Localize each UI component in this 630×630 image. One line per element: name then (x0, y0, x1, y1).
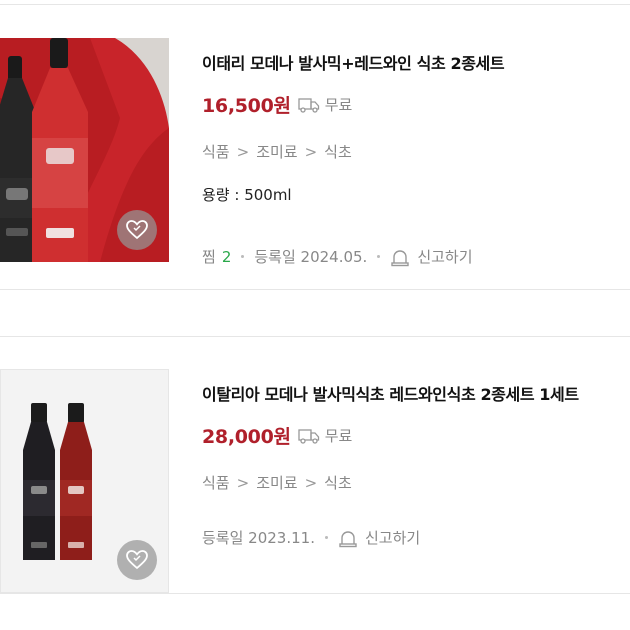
shipping-info: 무료 (298, 425, 353, 446)
registered-date: 등록일 2024.05. (254, 248, 368, 266)
report-label: 신고하기 (364, 529, 421, 547)
category-level-2[interactable]: 조미료 (256, 141, 297, 162)
category-breadcrumb: 식품 > 조미료 > 식초 (202, 472, 352, 493)
divider (0, 4, 630, 5)
divider (0, 593, 630, 594)
product-thumbnail[interactable] (0, 369, 169, 593)
siren-icon (391, 249, 410, 266)
zzim-button[interactable] (117, 540, 157, 580)
shipping-info: 무료 (298, 94, 353, 115)
heart-icon (126, 220, 148, 240)
zzim-button[interactable] (117, 210, 157, 250)
zzim-count: 2 (221, 247, 232, 266)
chevron-right-icon: > (236, 473, 250, 492)
heart-icon (126, 550, 148, 570)
separator-dot (241, 255, 245, 258)
shipping-label: 무료 (324, 96, 353, 114)
report-button[interactable]: 신고하기 (390, 246, 473, 267)
category-level-3[interactable]: 식초 (324, 472, 352, 493)
product-meta: 찜 2 등록일 2024.05. 신고하기 (202, 246, 473, 267)
truck-icon (298, 97, 319, 113)
divider (0, 336, 630, 337)
category-level-3[interactable]: 식초 (324, 141, 352, 162)
siren-icon (339, 530, 357, 547)
product-price: 28,000원 (202, 426, 291, 448)
divider (0, 289, 630, 290)
shipping-label: 무료 (324, 427, 353, 445)
truck-icon (298, 428, 319, 444)
zzim-label: 찜 (202, 248, 216, 266)
separator-dot (377, 255, 381, 258)
category-level-1[interactable]: 식품 (202, 472, 230, 493)
product-title[interactable]: 이태리 모데나 발사믹+레드와인 식초 2종세트 (202, 50, 505, 74)
category-level-2[interactable]: 조미료 (256, 472, 297, 493)
product-spec: 용량 : 500ml (202, 186, 292, 204)
report-button[interactable]: 신고하기 (338, 527, 420, 548)
price-row: 28,000원 무료 (202, 422, 352, 449)
product-meta: 등록일 2023.11. 신고하기 (202, 527, 420, 548)
report-label: 신고하기 (417, 248, 473, 266)
chevron-right-icon: > (236, 142, 250, 161)
category-breadcrumb: 식품 > 조미료 > 식초 (202, 141, 352, 162)
category-level-1[interactable]: 식품 (202, 141, 230, 162)
chevron-right-icon: > (304, 473, 318, 492)
product-thumbnail[interactable] (0, 38, 169, 262)
registered-date: 등록일 2023.11. (202, 529, 315, 547)
price-row: 16,500원 무료 (202, 91, 352, 118)
product-price: 16,500원 (202, 95, 291, 117)
product-title[interactable]: 이탈리아 모데나 발사믹식초 레드와인식초 2종세트 1세트 (202, 381, 579, 405)
separator-dot (324, 536, 328, 539)
chevron-right-icon: > (304, 142, 318, 161)
